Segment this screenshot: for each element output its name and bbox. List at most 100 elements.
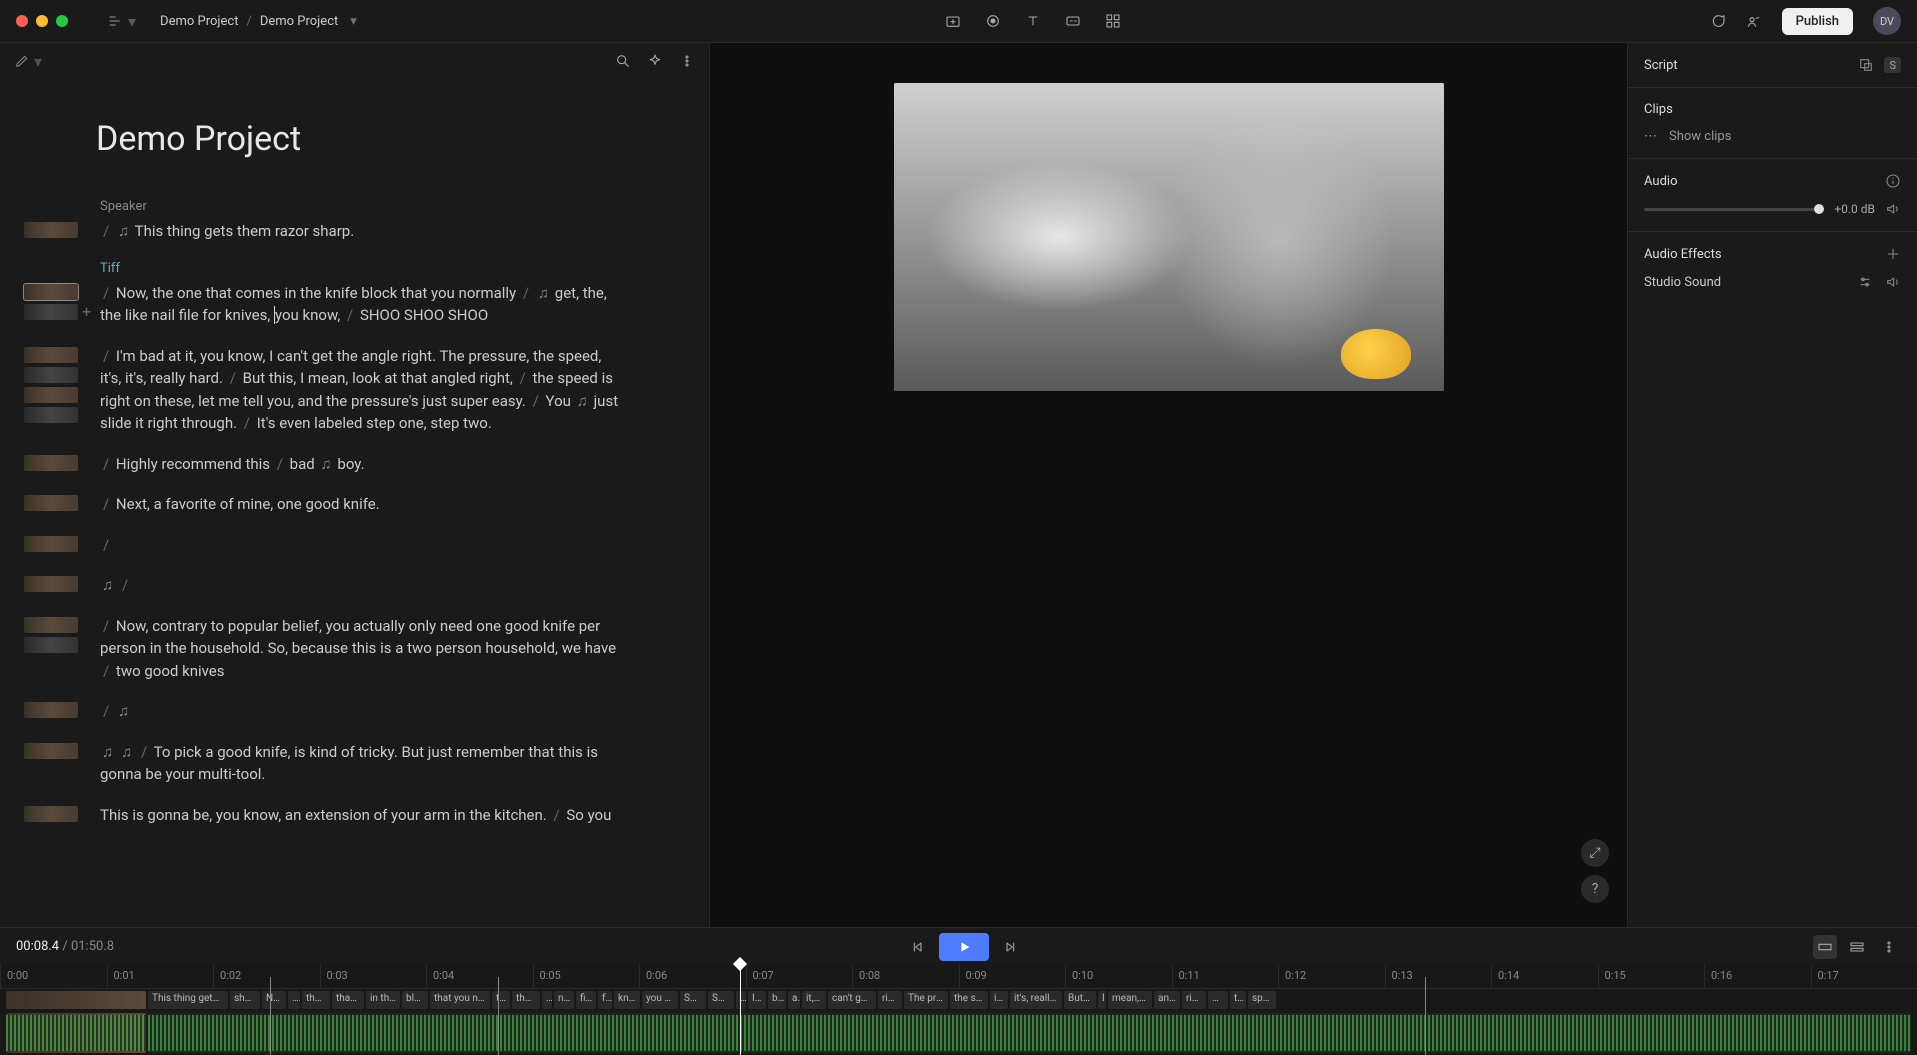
timeline-view1-icon[interactable] bbox=[1813, 935, 1837, 959]
project-title[interactable]: Demo Project bbox=[96, 119, 649, 159]
segment-text[interactable]: ♫ ♫ / To pick a good knife, is kind of t… bbox=[100, 741, 620, 786]
avatar[interactable]: DV bbox=[1873, 7, 1901, 35]
expand-icon[interactable]: ⤢ bbox=[1581, 839, 1609, 867]
effect-studio-sound[interactable]: Studio Sound bbox=[1644, 274, 1901, 290]
transcript-segment[interactable]: / ♫ bbox=[100, 700, 649, 723]
info-icon[interactable] bbox=[1885, 173, 1901, 189]
video-preview[interactable] bbox=[894, 83, 1444, 391]
timeline-ruler[interactable]: 0:000:010:020:030:040:050:060:070:080:09… bbox=[0, 965, 1917, 989]
clip-thumbnail[interactable] bbox=[24, 347, 78, 363]
timeline-clip[interactable]: I'm bbox=[748, 991, 766, 1009]
ruler-tick[interactable]: 0:00 bbox=[0, 965, 107, 988]
playhead[interactable] bbox=[740, 965, 741, 1055]
ruler-tick[interactable]: 0:06 bbox=[639, 965, 746, 988]
selection-marker[interactable] bbox=[498, 977, 499, 1055]
templates-icon[interactable] bbox=[1105, 13, 1121, 29]
audio-thumb[interactable] bbox=[6, 1013, 146, 1053]
clip-thumbnail[interactable] bbox=[24, 702, 78, 718]
timeline-clip[interactable]: mean, look at bbox=[1108, 991, 1152, 1009]
skip-back-icon[interactable] bbox=[909, 939, 925, 955]
transcript-segment[interactable]: +/ Now, the one that comes in the knife … bbox=[100, 282, 649, 327]
timeline-clip[interactable]: … bbox=[1208, 991, 1228, 1009]
clip-thumbnail[interactable] bbox=[24, 284, 78, 300]
pen-icon[interactable] bbox=[14, 53, 30, 69]
segment-text[interactable]: / I'm bad at it, you know, I can't get t… bbox=[100, 345, 620, 435]
play-button[interactable] bbox=[939, 933, 989, 961]
effect-speaker-icon[interactable] bbox=[1885, 274, 1901, 290]
timeline-clip[interactable]: … bbox=[288, 991, 300, 1009]
record-icon[interactable] bbox=[985, 13, 1001, 29]
clip-thumbnail[interactable] bbox=[24, 617, 78, 633]
ruler-tick[interactable]: 0:11 bbox=[1172, 965, 1279, 988]
clip-thumbnail[interactable] bbox=[24, 304, 78, 320]
transcript-segment[interactable]: / Next, a favorite of mine, one good kni… bbox=[100, 493, 649, 516]
close-window-icon[interactable] bbox=[16, 15, 28, 27]
transcript-segment[interactable]: ♫ / bbox=[100, 574, 649, 597]
add-media-icon[interactable] bbox=[945, 13, 961, 29]
ruler-tick[interactable]: 0:08 bbox=[852, 965, 959, 988]
ruler-tick[interactable]: 0:04 bbox=[426, 965, 533, 988]
timeline-clip[interactable]: can't get the bbox=[828, 991, 876, 1009]
timeline-clip[interactable]: the bbox=[1230, 991, 1246, 1009]
speaker-label[interactable]: Speaker bbox=[100, 199, 649, 214]
maximize-window-icon[interactable] bbox=[56, 15, 68, 27]
timeline-clip[interactable]: the, bbox=[492, 991, 510, 1009]
timeline-clip[interactable]: SHOO bbox=[680, 991, 706, 1009]
timeline-clip[interactable]: for bbox=[598, 991, 612, 1009]
timeline-view2-icon[interactable] bbox=[1845, 935, 1869, 959]
clip-thumbnail[interactable] bbox=[24, 407, 78, 423]
clip-thumbnail[interactable] bbox=[24, 455, 78, 471]
selection-marker[interactable] bbox=[270, 977, 271, 1055]
timeline-clip[interactable]: the like bbox=[512, 991, 540, 1009]
captions-icon[interactable] bbox=[1065, 13, 1081, 29]
selection-marker[interactable] bbox=[1425, 977, 1426, 1055]
audio-track[interactable] bbox=[0, 1011, 1917, 1055]
publish-button[interactable]: Publish bbox=[1782, 8, 1853, 35]
timeline-clip[interactable]: right. bbox=[878, 991, 902, 1009]
timeline-clip[interactable]: the one bbox=[302, 991, 330, 1009]
timeline-clip[interactable]: speed bbox=[1248, 991, 1276, 1009]
timeline-clip[interactable]: angled bbox=[1154, 991, 1180, 1009]
timeline-clip[interactable]: This thing gets them bbox=[148, 991, 228, 1009]
timeline-clip[interactable]: sharp. bbox=[230, 991, 260, 1009]
segment-text[interactable]: / Now, the one that comes in the knife b… bbox=[100, 282, 620, 327]
detach-icon[interactable] bbox=[1858, 57, 1874, 73]
ruler-tick[interactable]: 0:02 bbox=[213, 965, 320, 988]
transcript-body[interactable]: Demo Project Speaker / ♫ This thing gets … bbox=[0, 79, 709, 927]
clip-thumbnail[interactable] bbox=[24, 806, 78, 822]
ruler-tick[interactable]: 0:17 bbox=[1811, 965, 1917, 988]
clip-thumbnail[interactable] bbox=[24, 222, 78, 238]
timeline-clip[interactable]: The pressure, bbox=[904, 991, 948, 1009]
ruler-tick[interactable]: 0:14 bbox=[1491, 965, 1598, 988]
speaker-label[interactable]: Tiff bbox=[100, 261, 649, 276]
skip-forward-icon[interactable] bbox=[1003, 939, 1019, 955]
timeline-clip[interactable]: it, you bbox=[802, 991, 826, 1009]
ruler-tick[interactable]: 0:03 bbox=[320, 965, 427, 988]
segment-text[interactable]: This is gonna be, you know, an extension… bbox=[100, 804, 611, 827]
ruler-tick[interactable]: 0:09 bbox=[959, 965, 1066, 988]
speaker-icon[interactable] bbox=[1885, 201, 1901, 217]
segment-text[interactable]: / ♫ This thing gets them razor sharp. bbox=[100, 220, 354, 243]
ruler-tick[interactable]: 0:10 bbox=[1065, 965, 1172, 988]
help-icon[interactable]: ? bbox=[1581, 875, 1609, 903]
ruler-tick[interactable]: 0:15 bbox=[1598, 965, 1705, 988]
timeline-clip[interactable]: But this, bbox=[1064, 991, 1096, 1009]
timeline-clip[interactable]: at bbox=[788, 991, 800, 1009]
waveform[interactable] bbox=[148, 1013, 1911, 1053]
ruler-tick[interactable]: 0:01 bbox=[107, 965, 214, 988]
effect-settings-icon[interactable] bbox=[1857, 274, 1873, 290]
segment-text[interactable]: / ♫ bbox=[100, 700, 131, 723]
timeline-clip[interactable]: the speed, bbox=[950, 991, 988, 1009]
clip-thumbnail[interactable] bbox=[24, 576, 78, 592]
segment-text[interactable]: ♫ / bbox=[100, 574, 131, 597]
timeline-clip[interactable]: I bbox=[1098, 991, 1106, 1009]
timeline-clip[interactable]: right, bbox=[1182, 991, 1206, 1009]
clip-thumbnail[interactable] bbox=[24, 637, 78, 653]
timeline-clip[interactable]: file bbox=[576, 991, 596, 1009]
transcript-segment[interactable]: / I'm bad at it, you know, I can't get t… bbox=[100, 345, 649, 435]
ruler-tick[interactable]: 0:13 bbox=[1385, 965, 1492, 988]
timeline-clip[interactable]: nail bbox=[554, 991, 574, 1009]
add-effect-icon[interactable] bbox=[1885, 246, 1901, 262]
breadcrumb[interactable]: Demo Project / Demo Project ▾ bbox=[160, 14, 357, 29]
sparkle-icon[interactable] bbox=[647, 53, 663, 69]
